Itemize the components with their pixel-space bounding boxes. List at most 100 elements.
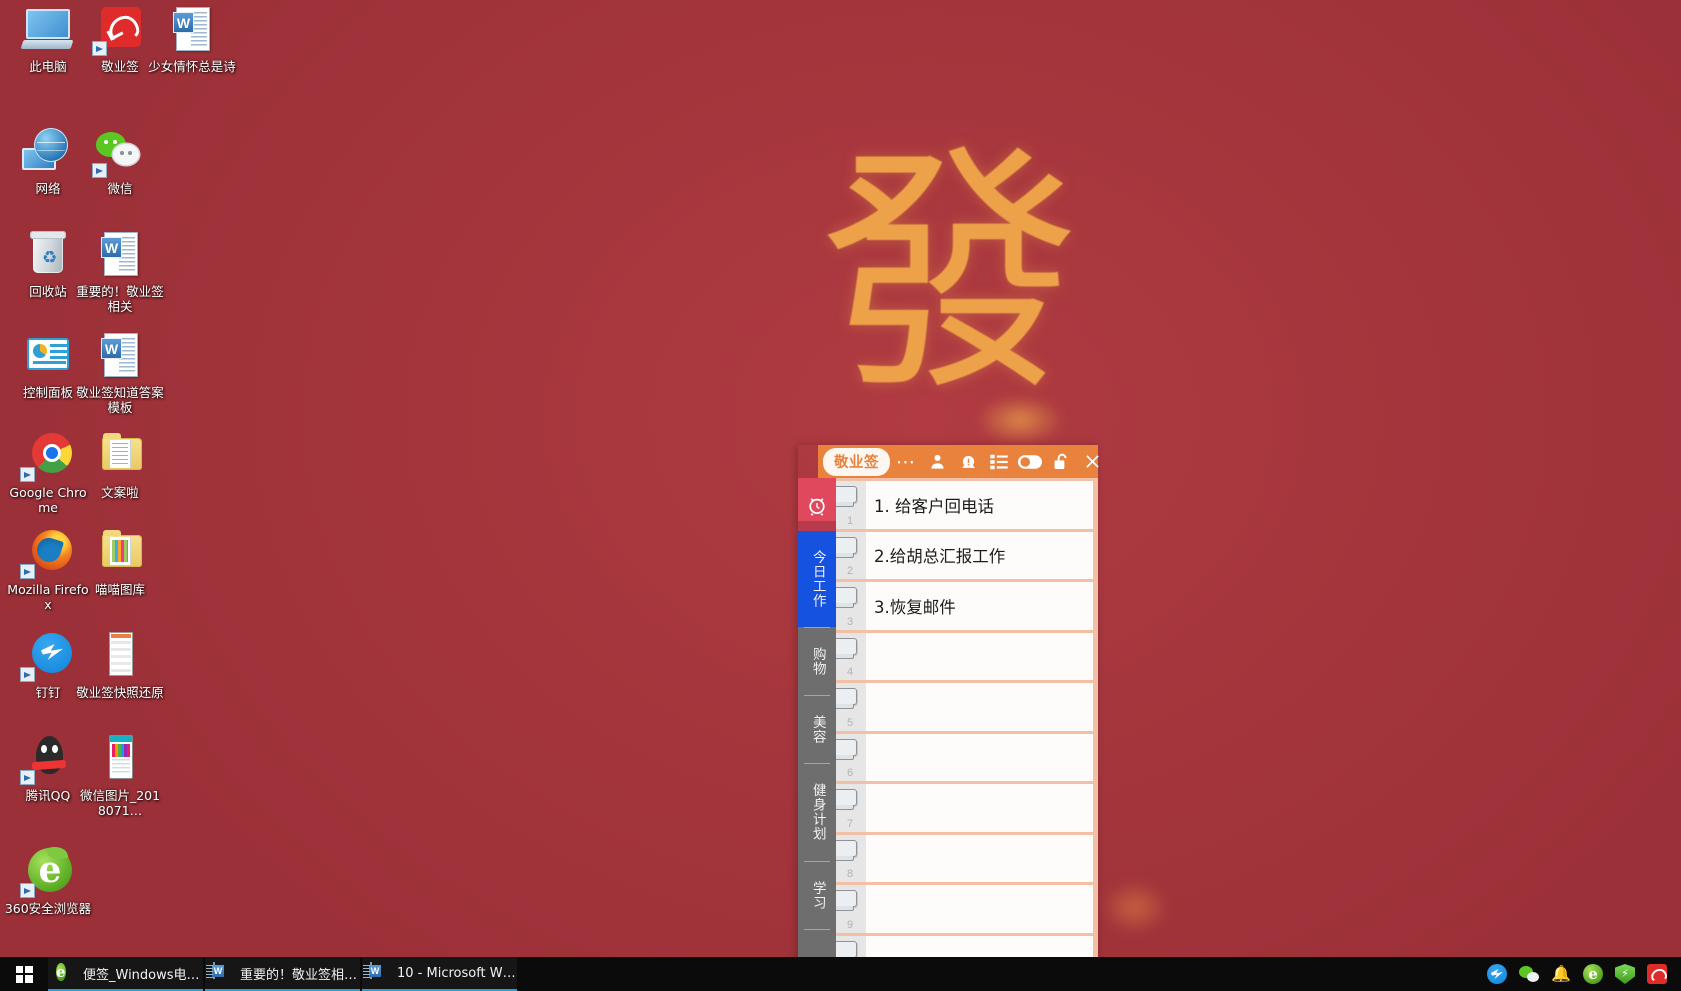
note-number: 2 <box>846 565 854 577</box>
dingtalk-icon[interactable] <box>1487 964 1507 984</box>
desktop-icon-copy-folder[interactable]: 文案啦 <box>76 430 164 500</box>
note-text-input[interactable]: 2.给胡总汇报工作 <box>866 531 1093 579</box>
desktop-icon-360-browser[interactable]: 360安全浏览器 <box>4 843 92 916</box>
shortcut-arrow-icon <box>20 770 35 785</box>
taskbar-item-word-important[interactable]: 重要的！敬业签相… <box>205 957 360 991</box>
category-reminder-alarm[interactable] <box>798 478 836 531</box>
desktop-icon-wechat-image[interactable]: 微信图片_2018071… <box>76 733 164 818</box>
note-text-input[interactable] <box>866 834 1093 882</box>
start-button[interactable] <box>0 957 48 991</box>
bell-icon[interactable]: 🔔 <box>1551 964 1571 984</box>
shortcut-arrow-icon <box>20 883 35 898</box>
category-rail[interactable]: 今日工作 购物 美容 健身计划 学习 <box>798 478 836 991</box>
window-titlebar[interactable]: 敬业签 ⋯ <box>818 445 1099 478</box>
category-study[interactable]: 学习 <box>798 861 836 929</box>
jingyeqian-sticky-note-window[interactable]: 敬业签 ⋯ 今日工作 购物 美容 健身计划 学习 1 1. 给客户回电话 2 2… <box>798 445 1099 991</box>
note-text-input[interactable]: 3.恢复邮件 <box>866 582 1093 630</box>
note-row[interactable]: 9 <box>836 885 1093 933</box>
note-row[interactable]: 3 3.恢复邮件 <box>836 582 1093 630</box>
jingyeqian-app-icon[interactable] <box>1647 964 1667 984</box>
note-text-input[interactable] <box>866 784 1093 832</box>
taskbar-item-label: 重要的！敬业签相… <box>240 967 358 983</box>
note-clip-icon[interactable] <box>836 940 857 962</box>
desktop-icon-important-doc[interactable]: W 重要的！敬业签相关 <box>76 229 164 314</box>
note-text-input[interactable] <box>866 885 1093 933</box>
note-clip-icon[interactable] <box>836 839 857 861</box>
windows-logo-icon <box>15 965 33 983</box>
desktop-icon-grid: 此电脑 敬业签 W 少女情怀总是诗 网络 微信 ♻ 回收站 W 重要的！敬业签相… <box>0 0 236 960</box>
category-fitness-plan[interactable]: 健身计划 <box>798 763 836 861</box>
note-number: 7 <box>846 817 854 830</box>
category-label: 今日工作 <box>809 550 826 608</box>
desktop-icon-wechat[interactable]: 微信 <box>76 126 164 196</box>
note-number: 5 <box>846 716 854 729</box>
note-clip-icon[interactable] <box>836 486 857 507</box>
note-clip-icon[interactable] <box>836 587 857 608</box>
close-icon[interactable] <box>1077 447 1107 477</box>
note-clip-icon[interactable] <box>836 536 857 558</box>
note-row[interactable]: 1 1. 给客户回电话 <box>836 481 1093 529</box>
note-text-input[interactable]: 1. 给客户回电话 <box>866 481 1093 529</box>
desktop-icon-poem-doc[interactable]: W 少女情怀总是诗 <box>148 4 236 74</box>
note-text-input[interactable] <box>866 632 1093 680</box>
note-row[interactable]: 6 <box>836 733 1093 781</box>
note-row[interactable]: 2 2.给胡总汇报工作 <box>836 531 1093 579</box>
360-browser-icon: e <box>56 963 66 981</box>
category-shopping[interactable]: 购物 <box>798 627 836 695</box>
note-clip-icon[interactable] <box>836 738 857 760</box>
desktop-icon-label: 喵喵图库 <box>94 582 145 597</box>
note-text-input[interactable] <box>866 733 1093 781</box>
wallpaper-fa-glyph: 發 <box>820 124 1080 426</box>
desktop-icon-snapshot-restore[interactable]: 敬业签快照还原 <box>76 630 164 700</box>
category-beauty[interactable]: 美容 <box>798 695 836 763</box>
note-gutter: 4 <box>836 632 866 680</box>
app-brand-logo[interactable]: 敬业签 <box>823 447 890 476</box>
alert-bell-icon[interactable] <box>953 447 983 477</box>
desktop[interactable]: 發 此电脑 敬业签 W 少女情怀总是诗 网络 微信 ♻ 回收站 W 重要的！敬业… <box>0 0 1681 991</box>
360-browser-icon[interactable]: e <box>1583 964 1603 984</box>
note-gutter: 5 <box>836 683 866 731</box>
network-icon <box>20 126 76 178</box>
word-icon <box>370 962 390 983</box>
note-number: 8 <box>846 868 854 880</box>
wallpaper-glow-decoration <box>975 395 1065 445</box>
folder-images-icon <box>92 527 148 579</box>
desktop-icon-label: 文案啦 <box>101 485 139 500</box>
dingtalk-icon <box>20 630 76 682</box>
more-dots-icon[interactable]: ⋯ <box>891 447 921 477</box>
shield-icon[interactable] <box>1615 964 1635 984</box>
recycle-bin-icon: ♻ <box>20 229 76 281</box>
note-row[interactable]: 5 <box>836 683 1093 731</box>
unlock-padlock-icon[interactable] <box>1046 447 1076 477</box>
desktop-icon-image-folder[interactable]: 喵喵图库 <box>76 527 164 597</box>
taskbar[interactable]: e 便签_Windows电… 重要的！敬业签相… 10 - Microsoft … <box>0 957 1681 991</box>
note-text-input[interactable] <box>866 683 1093 731</box>
taskbar-item-label: 10 - Microsoft W… <box>397 965 516 981</box>
note-clip-icon[interactable] <box>836 890 857 911</box>
taskbar-item-word-10[interactable]: 10 - Microsoft W… <box>362 957 517 991</box>
note-gutter: 1 <box>836 481 866 529</box>
taskbar-item-360-browser[interactable]: e 便签_Windows电… <box>48 957 203 991</box>
wechat-icon[interactable] <box>1519 964 1539 984</box>
this-pc-icon <box>20 4 76 56</box>
note-row[interactable]: 8 <box>836 834 1093 882</box>
note-row[interactable]: 4 <box>836 632 1093 680</box>
desktop-icon-answer-template-doc[interactable]: W 敬业签知道答案模板 <box>76 330 164 415</box>
note-clip-icon[interactable] <box>836 637 857 659</box>
toggle-switch-icon[interactable] <box>1015 447 1045 477</box>
note-clip-icon[interactable] <box>836 688 857 709</box>
note-number: 4 <box>846 666 854 678</box>
note-gutter: 2 <box>836 531 866 579</box>
wechat-icon <box>92 126 148 178</box>
word-icon <box>213 962 233 983</box>
list-icon[interactable] <box>984 447 1014 477</box>
note-clip-icon[interactable] <box>836 789 857 810</box>
category-label: 美容 <box>809 714 826 744</box>
category-today-work[interactable]: 今日工作 <box>798 531 836 627</box>
notes-list[interactable]: 1 1. 给客户回电话 2 2.给胡总汇报工作 3 3.恢复邮件 4 5 6 7… <box>836 478 1098 991</box>
desktop-icon-label: 微信图片_2018071… <box>79 788 161 818</box>
note-row[interactable]: 7 <box>836 784 1093 832</box>
shortcut-arrow-icon <box>92 41 107 56</box>
user-icon[interactable] <box>922 447 952 477</box>
shortcut-arrow-icon <box>20 467 35 482</box>
